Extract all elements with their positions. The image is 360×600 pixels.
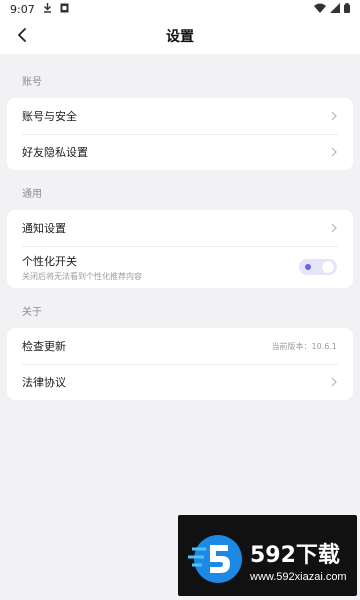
sim-icon	[60, 3, 69, 16]
back-arrow-icon	[17, 27, 27, 46]
section-label-about: 关于	[22, 306, 42, 318]
chevron-right-icon	[331, 223, 337, 233]
row-label: 法律协议	[22, 376, 66, 389]
about-card: 检查更新 当前版本：10.6.1 法律协议	[7, 328, 353, 400]
account-card: 账号与安全 好友隐私设置	[7, 98, 353, 170]
toggle-indicator	[305, 264, 311, 270]
personalization-label: 个性化开关	[22, 254, 77, 268]
row-label: 好友隐私设置	[22, 146, 88, 159]
row-label: 账号与安全	[22, 110, 77, 123]
watermark-logo-icon	[188, 535, 242, 583]
current-version: 当前版本：10.6.1	[271, 341, 337, 351]
row-check-update[interactable]: 检查更新 当前版本：10.6.1	[7, 328, 353, 364]
general-card: 通知设置 个性化开关 关闭后将无法看到个性化推荐内容	[7, 210, 353, 288]
download-icon	[43, 2, 52, 16]
toggle-knob	[322, 261, 334, 273]
watermark-url: www.592xiazai.com	[250, 571, 347, 583]
page-title: 设置	[166, 29, 194, 45]
section-label-account: 账号	[22, 76, 42, 88]
watermark: 592下载 www.592xiazai.com	[178, 515, 357, 596]
personalization-toggle[interactable]	[299, 259, 337, 275]
row-label: 通知设置	[22, 222, 66, 235]
title-bar: 设置	[0, 18, 360, 54]
chevron-right-icon	[331, 147, 337, 157]
row-label: 检查更新	[22, 340, 66, 353]
row-personalization: 个性化开关 关闭后将无法看到个性化推荐内容	[7, 246, 353, 288]
status-time: 9:07	[10, 2, 35, 16]
personalization-subtitle: 关闭后将无法看到个性化推荐内容	[22, 271, 142, 281]
back-button[interactable]	[12, 26, 32, 46]
personalization-text: 个性化开关 关闭后将无法看到个性化推荐内容	[22, 253, 142, 282]
row-notification-settings[interactable]: 通知设置	[7, 210, 353, 246]
chevron-right-icon	[331, 111, 337, 121]
wifi-icon	[314, 3, 326, 16]
row-friend-privacy[interactable]: 好友隐私设置	[7, 134, 353, 170]
section-label-general: 通用	[22, 188, 42, 200]
chevron-right-icon	[331, 377, 337, 387]
status-bar: 9:07	[0, 0, 360, 18]
battery-icon	[344, 2, 350, 16]
row-account-security[interactable]: 账号与安全	[7, 98, 353, 134]
watermark-title: 592下载	[250, 543, 340, 568]
signal-icon	[330, 2, 340, 16]
row-legal[interactable]: 法律协议	[7, 364, 353, 400]
